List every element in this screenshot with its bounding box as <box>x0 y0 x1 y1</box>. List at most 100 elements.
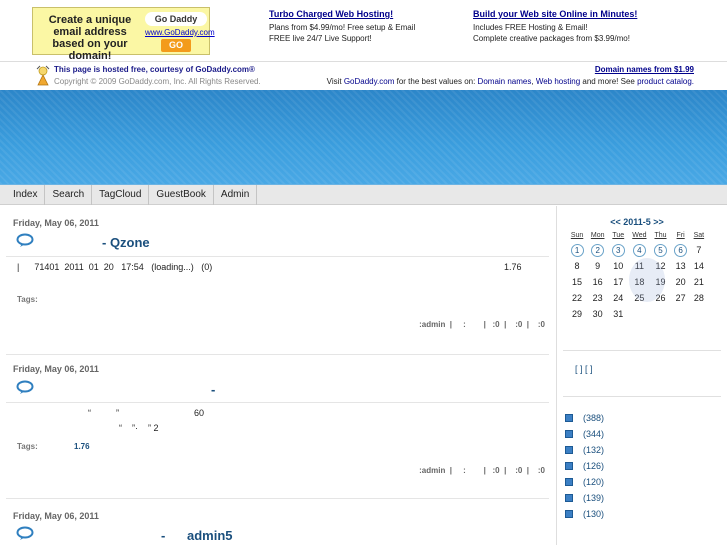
nav-admin[interactable]: Admin <box>214 185 258 205</box>
category-item[interactable]: (344) <box>565 426 604 442</box>
calendar-day <box>671 306 691 322</box>
sidebar-links[interactable]: [ ] [ ] <box>575 364 593 375</box>
calendar-day: 30 <box>592 309 603 319</box>
speech-bubble-icon <box>16 526 34 540</box>
calendar-day: 17 <box>613 277 624 287</box>
blog-header-banner <box>0 90 727 185</box>
post-separator <box>6 354 549 355</box>
category-item[interactable]: (130) <box>565 506 604 522</box>
nav-tagcloud[interactable]: TagCloud <box>92 185 150 205</box>
post-separator <box>6 498 549 499</box>
calendar-day: 9 <box>595 261 601 271</box>
ad-bar: Create a unique email address based on y… <box>0 0 727 62</box>
tag-link[interactable]: 1.76 <box>74 442 90 452</box>
calendar-day: 8 <box>574 261 580 271</box>
host-godaddy-link[interactable]: GoDaddy.com <box>195 65 249 74</box>
host-bar: This page is hosted free, courtesy of Go… <box>0 61 727 90</box>
tags-label: Tags: <box>17 442 38 451</box>
calendar-day <box>650 306 670 322</box>
calendar-day: 22 <box>572 293 583 303</box>
category-item[interactable]: (126) <box>565 458 604 474</box>
category-list: (388) (344) (132) (126) (120) (139) (130) <box>565 410 604 522</box>
calendar-day[interactable]: 2 <box>587 242 608 258</box>
post-title[interactable]: - Qzone <box>102 235 150 250</box>
calendar-week: 29 30 31 <box>567 306 707 322</box>
calendar-day: 13 <box>675 261 686 271</box>
visit-prefix: Visit <box>326 77 344 86</box>
calendar-day: 23 <box>592 293 603 303</box>
post-meta: :admin | : | :0 | :0 | :0 <box>419 320 545 329</box>
calendar-day: 7 <box>696 245 702 255</box>
calendar-watermark <box>629 258 665 302</box>
nav-search[interactable]: Search <box>45 185 93 205</box>
domain-names-link[interactable]: Domain names from $1.99 <box>595 65 694 75</box>
domain-names-link-2[interactable]: Domain names <box>478 77 532 86</box>
category-item[interactable]: (139) <box>565 490 604 506</box>
calendar-day-header: Mon <box>590 232 605 239</box>
rss-icon <box>565 446 573 454</box>
promo-website-link[interactable]: Build your Web site Online in Minutes! <box>473 9 637 20</box>
category-count: (344) <box>583 429 605 439</box>
category-item[interactable]: (388) <box>565 410 604 426</box>
post-divider <box>6 256 549 257</box>
calendar-day: 24 <box>613 293 624 303</box>
calendar-day <box>628 306 650 322</box>
promo-hosting-line1: Plans from $4.99/mo! Free setup & Email <box>269 23 416 32</box>
calendar-day: 16 <box>592 277 603 287</box>
sidebar-divider <box>563 396 721 397</box>
calendar-day: 15 <box>572 277 583 287</box>
banner-text: Create a unique email address based on y… <box>48 14 132 62</box>
category-count: (388) <box>583 413 605 423</box>
category-count: (139) <box>583 493 605 503</box>
rss-icon <box>565 510 573 518</box>
post-divider <box>6 402 549 403</box>
calendar-day[interactable]: 5 <box>650 242 670 258</box>
calendar-day-header: Sat <box>693 232 705 239</box>
promo-hosting-link[interactable]: Turbo Charged Web Hosting! <box>269 9 415 20</box>
sidebar-divider <box>563 350 721 351</box>
post-title[interactable]: - admin5 <box>161 528 233 543</box>
calendar-day[interactable]: 1 <box>567 242 587 258</box>
calendar-day: 29 <box>572 309 583 319</box>
tags-label: Tags: <box>17 295 38 304</box>
web-hosting-link[interactable]: Web hosting <box>536 77 580 86</box>
banner-go-button[interactable]: GO <box>161 39 191 52</box>
godaddy-mascot-icon <box>36 65 50 86</box>
godaddy-banner[interactable]: Create a unique email address based on y… <box>32 7 215 62</box>
nav-index[interactable]: Index <box>6 185 46 205</box>
calendar: << 2011-5 >> Sun Mon Tue Wed Thu Fri Sat 12345… <box>567 216 707 322</box>
calendar-header[interactable]: << 2011-5 >> <box>567 216 707 228</box>
post-date: Friday, May 06, 2011 <box>13 364 99 374</box>
calendar-day <box>691 306 707 322</box>
visit-line: Visit GoDaddy.com for the best values on… <box>327 77 694 87</box>
calendar-day[interactable]: 6 <box>671 242 691 258</box>
calendar-day[interactable]: 4 <box>628 242 650 258</box>
category-item[interactable]: (132) <box>565 442 604 458</box>
post-body-line2: “ ”· ” 2 <box>119 423 159 433</box>
calendar-day-header: Wed <box>632 232 647 239</box>
calendar-day: 27 <box>675 293 686 303</box>
category-item[interactable]: (120) <box>565 474 604 490</box>
main-nav: Index Search TagCloud GuestBook Admin <box>0 185 727 205</box>
copyright: Copyright © 2009 GoDaddy.com, Inc. All R… <box>54 77 261 86</box>
promo-website-line2: Complete creative packages from $3.99/mo… <box>473 34 630 43</box>
speech-bubble-icon <box>16 380 34 394</box>
calendar-day-header: Sun <box>570 232 584 239</box>
calendar-day: 10 <box>613 261 624 271</box>
host-notice: This page is hosted free, courtesy of Go… <box>54 65 255 75</box>
visit-more: and more! See <box>580 77 638 86</box>
calendar-day[interactable]: 3 <box>608 242 628 258</box>
calendar-day-header: Fri <box>676 232 685 239</box>
host-notice-text: This page is hosted free, courtesy of <box>54 65 196 74</box>
rss-icon <box>565 494 573 502</box>
banner-url[interactable]: www.GoDaddy.com <box>145 28 215 38</box>
post-body-value: 1.76 <box>504 262 522 272</box>
post-title[interactable]: - <box>211 382 215 397</box>
calendar-day: 21 <box>693 277 704 287</box>
post-date: Friday, May 06, 2011 <box>13 218 99 228</box>
visit-godaddy-link[interactable]: GoDaddy.com <box>344 77 395 86</box>
nav-guestbook[interactable]: GuestBook <box>149 185 214 205</box>
sidebar: << 2011-5 >> Sun Mon Tue Wed Thu Fri Sat 12345… <box>556 206 727 545</box>
product-catalog-link[interactable]: product catalog. <box>637 77 694 86</box>
speech-bubble-icon <box>16 233 34 247</box>
